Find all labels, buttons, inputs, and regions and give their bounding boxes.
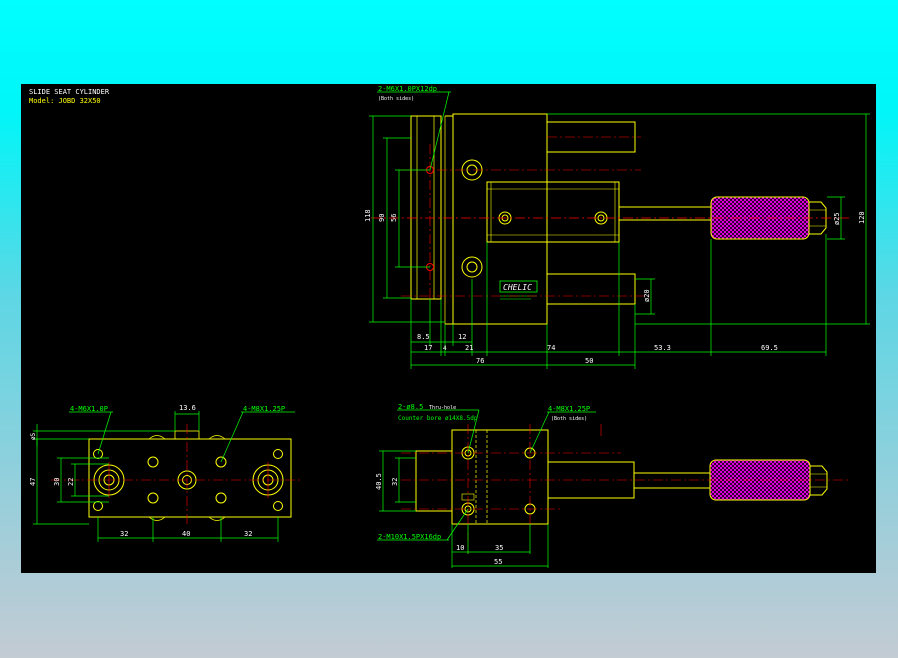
drawing-model: Model: JOBD 32X50 xyxy=(29,97,101,105)
bottom-view: 4-M6X1.0P 4-M8X1.25P 13.6 ø5 47 30 22 32… xyxy=(29,404,301,542)
bottom-dim-32b: 32 xyxy=(244,530,252,538)
side-guide-rod-lower xyxy=(546,273,636,305)
bottom-callout-left: 4-M6X1.0P xyxy=(70,405,108,413)
dim-dia25: ø25 xyxy=(833,212,841,225)
cad-drawing-sheet: SLIDE SEAT CYLINDER Model: JOBD 32X50 CH… xyxy=(21,84,876,573)
side-view: CHELIC 2-M6X1.0PX12dp (Both sides) 118 9… xyxy=(364,85,870,369)
front-dim-32: 32 xyxy=(391,478,399,486)
bottom-dim-32a: 32 xyxy=(120,530,128,538)
dim-dia20: ø20 xyxy=(643,289,651,302)
front-dim-55: 55 xyxy=(494,558,502,566)
brand-label: CHELIC xyxy=(503,283,532,292)
front-callout-bottom: 2-M10X1.5PX16dp xyxy=(378,533,441,541)
dim-53-3: 53.3 xyxy=(654,344,671,352)
dim-56: 56 xyxy=(390,214,398,222)
side-bore-lower xyxy=(461,256,483,278)
dim-118: 118 xyxy=(364,209,372,222)
dim-21: 21 xyxy=(465,344,473,352)
dim-17: 17 xyxy=(424,344,432,352)
dim-4: 4 xyxy=(443,345,447,352)
front-callout-thru: Thru-hole xyxy=(429,405,456,411)
drawing-title: SLIDE SEAT CYLINDER xyxy=(29,88,110,96)
front-dim-10: 10 xyxy=(456,544,464,552)
front-body xyxy=(451,429,549,525)
dim-8-5: 8.5 xyxy=(417,333,430,341)
front-view: 2-ø8.5 Thru-hole Counter bore ø14X8.5dp … xyxy=(375,403,851,568)
dim-69-5: 69.5 xyxy=(761,344,778,352)
dim-120: 120 xyxy=(858,211,866,224)
bottom-callout-right: 4-M8X1.25P xyxy=(243,405,285,413)
side-port-callout-sub: (Both sides) xyxy=(378,96,414,102)
dim-50: 50 xyxy=(585,357,593,365)
side-body xyxy=(452,113,548,325)
front-callout-hole: 2-ø8.5 xyxy=(398,403,423,411)
front-callout-tap-sub: (Both sides) xyxy=(551,416,587,422)
bottom-dim-5: ø5 xyxy=(30,432,37,440)
dim-74: 74 xyxy=(547,344,555,352)
front-callout-tap: 4-M8X1.25P xyxy=(548,405,590,413)
front-dim-40-5: 40.5 xyxy=(375,473,383,490)
front-dim-35: 35 xyxy=(495,544,503,552)
dim-76: 76 xyxy=(476,357,484,365)
bottom-dim-40: 40 xyxy=(182,530,190,538)
side-port-callout: 2-M6X1.0PX12dp xyxy=(378,85,437,93)
bottom-dim-47: 47 xyxy=(29,478,37,486)
front-end-plate xyxy=(415,450,453,512)
bottom-dim-30: 30 xyxy=(53,478,61,486)
front-piston-rod xyxy=(633,472,711,489)
front-callout-cbore: Counter bore ø14X8.5dp xyxy=(398,415,478,422)
cad-drawing: SLIDE SEAT CYLINDER Model: JOBD 32X50 CH… xyxy=(29,85,870,568)
bottom-dim-13-6: 13.6 xyxy=(179,404,196,412)
dim-12: 12 xyxy=(458,333,466,341)
front-end-nut xyxy=(809,465,828,496)
dim-90: 90 xyxy=(378,214,386,222)
bottom-dim-22: 22 xyxy=(67,478,75,486)
